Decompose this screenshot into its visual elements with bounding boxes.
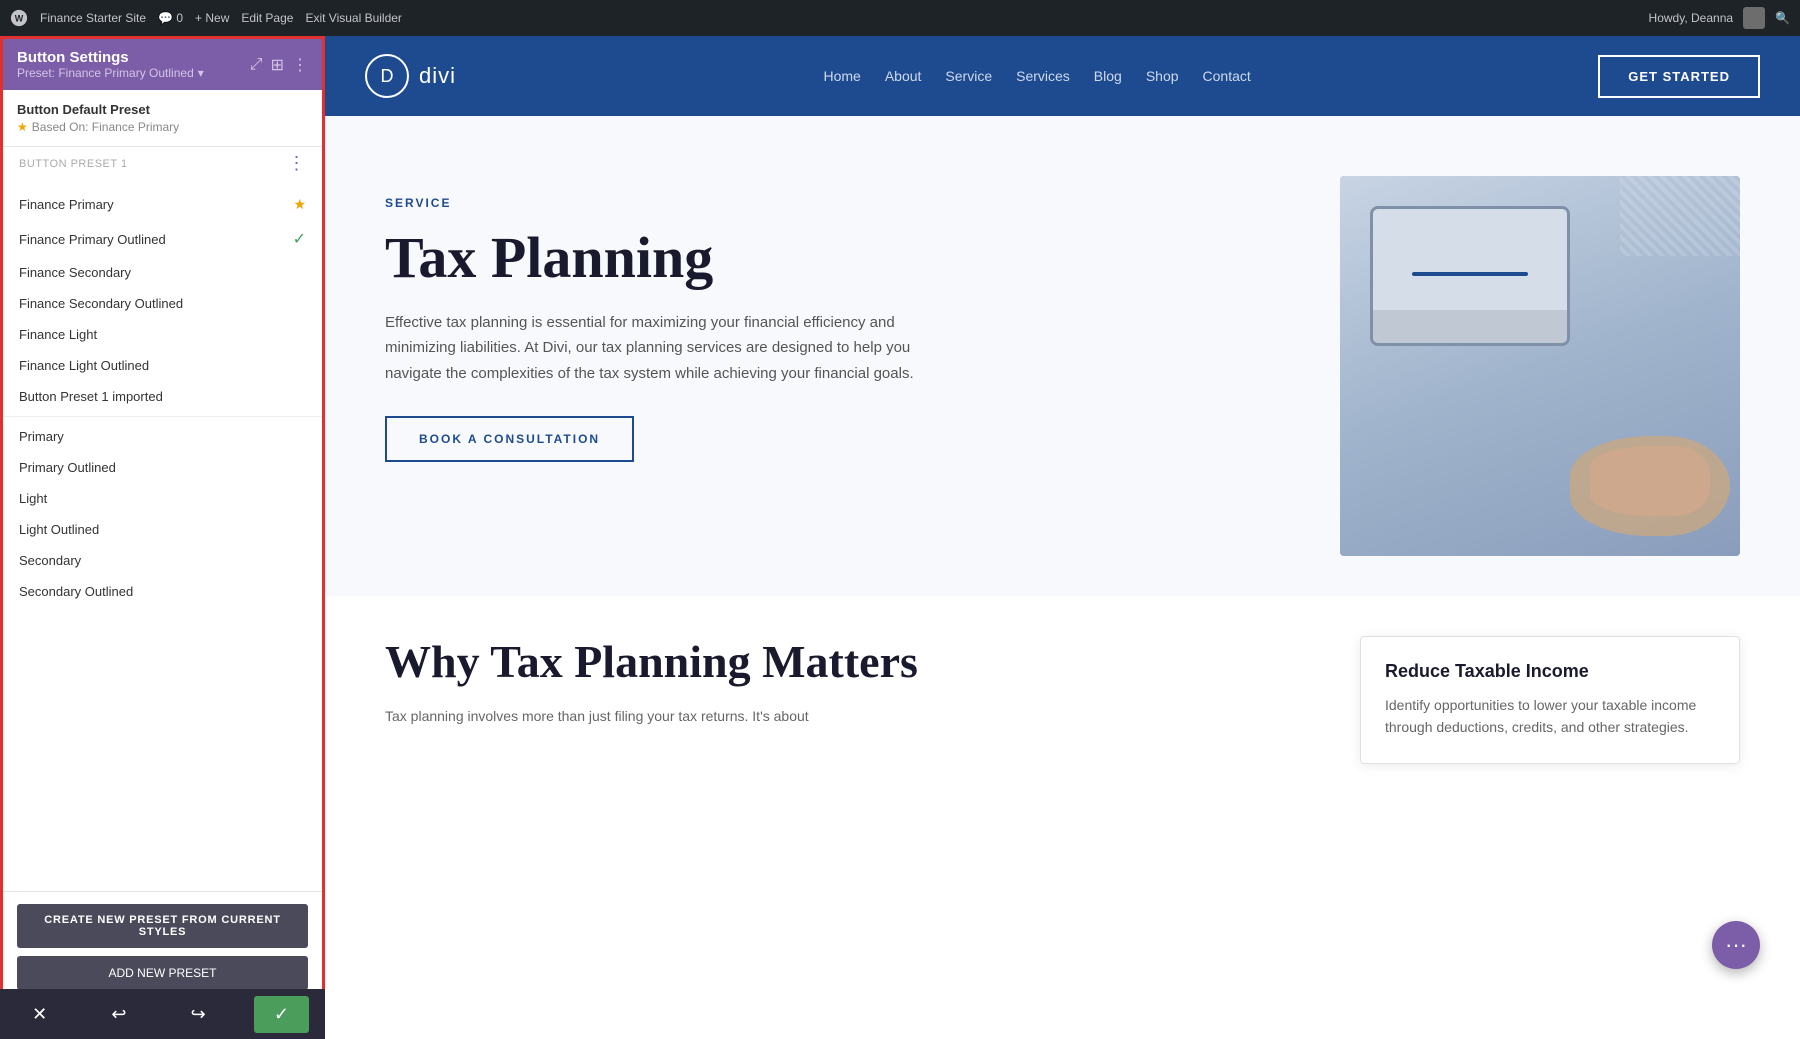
admin-bar: W Finance Starter Site 💬 0 + New Edit Pa… xyxy=(0,0,1800,36)
star-icon: ★ xyxy=(17,120,28,134)
preset-item-finance-primary-outlined[interactable]: Finance Primary Outlined ✓ xyxy=(3,221,322,257)
sidebar-title: Button Settings xyxy=(17,49,204,66)
close-icon: ✕ xyxy=(32,1004,47,1025)
bottom-title: Why Tax Planning Matters xyxy=(385,636,1300,689)
hero-image xyxy=(1340,176,1740,556)
preset-section-dots-icon[interactable]: ⋮ xyxy=(288,153,307,174)
nav-link-shop[interactable]: Shop xyxy=(1146,68,1179,84)
admin-new[interactable]: + New xyxy=(195,11,229,25)
preset-item-secondary-outlined[interactable]: Secondary Outlined xyxy=(3,576,322,607)
nav-links: Home About Service Services Blog Shop Co… xyxy=(506,68,1568,84)
star-icon: ★ xyxy=(293,196,306,213)
info-card-description: Identify opportunities to lower your tax… xyxy=(1385,694,1715,739)
admin-edit-page[interactable]: Edit Page xyxy=(241,11,293,25)
admin-bar-left: W Finance Starter Site 💬 0 + New Edit Pa… xyxy=(10,9,402,27)
create-preset-button[interactable]: CREATE NEW PRESET FROM CURRENT STYLES xyxy=(17,904,308,948)
site-logo: D divi xyxy=(365,54,456,98)
wordpress-icon: W xyxy=(10,9,28,27)
redo-icon: ↪ xyxy=(191,1004,206,1025)
preset-item-primary[interactable]: Primary xyxy=(3,421,322,452)
main-area: Button Settings Preset: Finance Primary … xyxy=(0,36,1800,1039)
bottom-description: Tax planning involves more than just fil… xyxy=(385,705,1300,729)
vb-bottom-bar: ✕ ↩ ↪ ✓ xyxy=(0,989,325,1039)
site-nav: D divi Home About Service Services Blog … xyxy=(325,36,1800,116)
preset-item-finance-secondary[interactable]: Finance Secondary xyxy=(3,257,322,288)
default-preset-title: Button Default Preset xyxy=(17,102,308,117)
preset-item-finance-primary[interactable]: Finance Primary ★ xyxy=(3,188,322,221)
bottom-section: Why Tax Planning Matters Tax planning in… xyxy=(325,596,1800,804)
preset-list-scroll[interactable]: Button Default Preset ★ Based On: Financ… xyxy=(3,90,322,891)
admin-greeting: Howdy, Deanna xyxy=(1649,11,1734,25)
vb-undo-button[interactable]: ↩ xyxy=(95,996,142,1033)
preset-section-label: Button Preset 1 xyxy=(19,158,128,170)
add-preset-button[interactable]: ADD NEW PRESET xyxy=(17,956,308,990)
nav-link-service[interactable]: Service xyxy=(945,68,992,84)
preset-list: Finance Primary ★ Finance Primary Outlin… xyxy=(3,180,322,615)
site-content: D divi Home About Service Services Blog … xyxy=(325,36,1800,1039)
preset-item-finance-light-outlined[interactable]: Finance Light Outlined xyxy=(3,350,322,381)
nav-link-contact[interactable]: Contact xyxy=(1203,68,1251,84)
admin-site-name[interactable]: Finance Starter Site xyxy=(40,11,146,25)
admin-search-icon[interactable]: 🔍 xyxy=(1775,11,1790,25)
check-icon: ✓ xyxy=(293,229,306,249)
admin-exit-builder[interactable]: Exit Visual Builder xyxy=(305,11,402,25)
preset-item-secondary[interactable]: Secondary xyxy=(3,545,322,576)
default-preset-subtitle: ★ Based On: Finance Primary xyxy=(17,120,308,134)
preset-item-light[interactable]: Light xyxy=(3,483,322,514)
nav-link-services[interactable]: Services xyxy=(1016,68,1070,84)
svg-text:W: W xyxy=(15,14,24,24)
nav-link-blog[interactable]: Blog xyxy=(1094,68,1122,84)
hero-section-label: SERVICE xyxy=(385,196,1280,210)
hero-image-inner xyxy=(1340,176,1740,556)
preset-divider xyxy=(3,416,322,417)
preset-item-light-outlined[interactable]: Light Outlined xyxy=(3,514,322,545)
sidebar-header-icons: ⤢ ⊞ ⋮ xyxy=(250,55,308,75)
admin-avatar xyxy=(1743,7,1765,29)
nav-link-home[interactable]: Home xyxy=(823,68,860,84)
hero-section: SERVICE Tax Planning Effective tax plann… xyxy=(325,116,1800,596)
hero-title: Tax Planning xyxy=(385,226,1280,290)
info-card-title: Reduce Taxable Income xyxy=(1385,661,1715,682)
preset-item-primary-outlined[interactable]: Primary Outlined xyxy=(3,452,322,483)
sidebar-more-icon[interactable]: ⋮ xyxy=(292,55,308,75)
undo-icon: ↩ xyxy=(111,1004,126,1025)
logo-text: divi xyxy=(419,63,456,89)
logo-circle: D xyxy=(365,54,409,98)
bottom-right: Reduce Taxable Income Identify opportuni… xyxy=(1360,636,1740,764)
info-card: Reduce Taxable Income Identify opportuni… xyxy=(1360,636,1740,764)
fab-icon: ··· xyxy=(1725,932,1747,958)
chevron-down-icon: ▾ xyxy=(198,66,204,80)
hero-description: Effective tax planning is essential for … xyxy=(385,310,945,387)
sidebar-layout-icon[interactable]: ⊞ xyxy=(271,55,284,75)
default-preset-section: Button Default Preset ★ Based On: Financ… xyxy=(3,90,322,147)
hero-content: SERVICE Tax Planning Effective tax plann… xyxy=(385,176,1280,462)
bottom-left: Why Tax Planning Matters Tax planning in… xyxy=(385,636,1300,729)
nav-cta-button[interactable]: GET STARTED xyxy=(1598,55,1760,98)
preset-item-button-preset-imported[interactable]: Button Preset 1 imported xyxy=(3,381,322,412)
hero-cta-button[interactable]: BOOK A CONSULTATION xyxy=(385,416,634,462)
preset-item-finance-light[interactable]: Finance Light xyxy=(3,319,322,350)
admin-bar-right: Howdy, Deanna 🔍 xyxy=(1649,7,1790,29)
sidebar-fullscreen-icon[interactable]: ⤢ xyxy=(250,56,263,74)
sidebar-header-left: Button Settings Preset: Finance Primary … xyxy=(17,49,204,80)
button-settings-sidebar: Button Settings Preset: Finance Primary … xyxy=(0,36,325,1039)
nav-link-about[interactable]: About xyxy=(885,68,922,84)
sidebar-header: Button Settings Preset: Finance Primary … xyxy=(3,39,322,90)
vb-redo-button[interactable]: ↪ xyxy=(175,996,222,1033)
admin-comment: 💬 0 xyxy=(158,11,183,25)
preset-item-finance-secondary-outlined[interactable]: Finance Secondary Outlined xyxy=(3,288,322,319)
save-check-icon: ✓ xyxy=(274,1004,289,1025)
sidebar-preset-label[interactable]: Preset: Finance Primary Outlined ▾ xyxy=(17,66,204,80)
fab-button[interactable]: ··· xyxy=(1712,921,1760,969)
vb-cancel-button[interactable]: ✕ xyxy=(16,996,63,1033)
vb-save-button[interactable]: ✓ xyxy=(254,996,309,1033)
preset-section-header: Button Preset 1 ⋮ xyxy=(3,147,322,180)
